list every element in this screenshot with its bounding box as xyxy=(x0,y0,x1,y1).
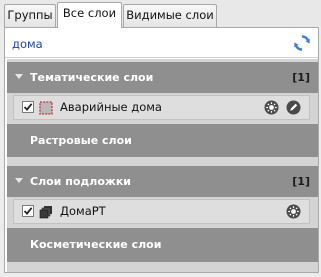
tab-all-layers[interactable]: Все слои xyxy=(57,2,122,28)
chevron-down-icon[interactable] xyxy=(15,178,23,183)
group-title: Слои подложки xyxy=(30,175,131,188)
layer-settings-icon[interactable] xyxy=(264,100,279,115)
checkmark-icon xyxy=(23,103,33,111)
chevron-down-icon[interactable] xyxy=(15,74,23,79)
checkmark-icon xyxy=(23,207,33,215)
layer-row-emergency-houses[interactable]: Аварийные дома xyxy=(13,95,310,120)
layer-visibility-checkbox[interactable] xyxy=(22,205,34,217)
stacked-layers-icon xyxy=(39,204,53,219)
group-raster-layers[interactable]: Растровые слои xyxy=(7,124,318,157)
group-thematic-layers[interactable]: Тематические слои [1] xyxy=(7,62,318,93)
tab-groups[interactable]: Группы xyxy=(4,4,56,27)
layer-name: ДомаРТ xyxy=(60,204,106,218)
layers-list: Тематические слои [1] Аварийные дома Рас… xyxy=(7,59,318,272)
group-title: Тематические слои xyxy=(30,71,154,84)
layers-panel: дома Тематические слои [1] Аварийные дом… xyxy=(4,27,319,273)
group-count: [1] xyxy=(292,71,310,84)
group-title: Косметические слои xyxy=(30,238,162,251)
group-title: Растровые слои xyxy=(30,134,132,147)
polygon-layer-icon xyxy=(39,100,53,115)
layer-settings-icon[interactable] xyxy=(286,204,301,219)
search-bar: дома xyxy=(5,28,318,58)
edit-icon[interactable] xyxy=(286,100,301,115)
refresh-icon[interactable] xyxy=(293,34,311,52)
group-cosmetic-layers[interactable]: Косметические слои xyxy=(7,228,318,262)
tab-visible-layers[interactable]: Видимые слои xyxy=(123,4,217,27)
group-base-layers[interactable]: Слои подложки [1] xyxy=(7,166,318,197)
group-count: [1] xyxy=(292,175,310,188)
layer-name: Аварийные дома xyxy=(60,100,162,114)
layer-visibility-checkbox[interactable] xyxy=(22,101,34,113)
search-input[interactable]: дома xyxy=(12,37,43,51)
layer-row-domart[interactable]: ДомаРТ xyxy=(13,199,310,224)
tab-bar: Группы Все слои Видимые слои xyxy=(0,0,321,28)
